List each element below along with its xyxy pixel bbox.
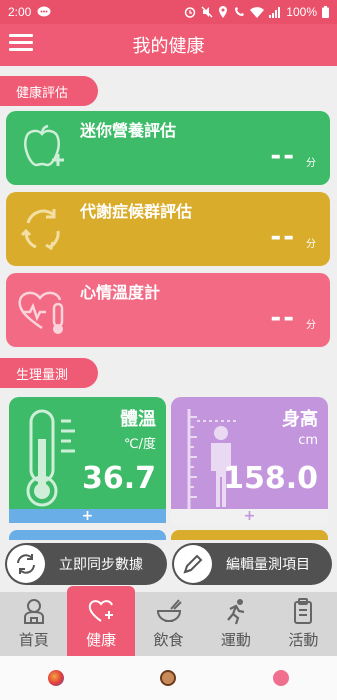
nav-diet-label: 飲食 [153, 631, 184, 649]
mute-icon [201, 6, 213, 18]
section-physiology-text: 生理量測 [16, 367, 69, 383]
card-title: 心情溫度計 [80, 283, 161, 302]
pencil-icon [183, 554, 203, 574]
card-unit: 分 [306, 239, 316, 250]
card-mood-thermometer[interactable]: 心情溫度計 -- 分 [6, 273, 330, 347]
sync-icon-wrap [7, 545, 45, 583]
heart-plus-icon [88, 600, 114, 622]
card-mini-nutrition[interactable]: 迷你營養評估 -- 分 [6, 111, 330, 185]
pencil-icon-wrap [174, 545, 212, 583]
wifi-call-icon [235, 7, 245, 16]
chat-icon [37, 6, 51, 17]
menu-button[interactable] [9, 34, 33, 54]
card-score: -- [270, 222, 296, 252]
cycle-arrows-icon [20, 209, 60, 251]
clipboard-icon [294, 598, 313, 624]
nav-health-label: 健康 [86, 631, 117, 649]
page-title: 我的健康 [132, 36, 205, 57]
app-icon-3[interactable] [272, 670, 289, 686]
menu-line [9, 34, 33, 37]
location-icon [219, 6, 228, 18]
menu-line [9, 48, 33, 51]
add-temperature-button[interactable]: + [9, 509, 166, 523]
nav-activity-label: 活動 [288, 631, 319, 649]
measure-title: 身高 [282, 409, 318, 430]
battery-icon [322, 6, 329, 18]
measure-unit: ℃/度 [124, 437, 156, 452]
measure-value: 158.0 [223, 461, 318, 496]
card-score: -- [270, 303, 296, 333]
wifi-icon [250, 6, 265, 18]
system-nav-bar [0, 656, 337, 700]
status-bar: 2:00 100% [0, 0, 337, 24]
nav-diet[interactable]: 飲食 [135, 592, 202, 656]
sync-icon [17, 554, 35, 574]
measure-card-temperature[interactable]: 體溫 ℃/度 36.7 + [9, 397, 166, 523]
status-time: 2:00 [8, 5, 32, 19]
add-height-button[interactable]: + [171, 509, 328, 523]
app-icon-1[interactable] [48, 670, 65, 686]
section-label-physiology: 生理量測 [0, 358, 98, 388]
measure-card-next-right[interactable] [171, 530, 328, 540]
heart-thermometer-icon [18, 291, 64, 334]
measure-card-next-left[interactable] [9, 530, 166, 540]
app-icon-2[interactable] [160, 670, 177, 686]
edit-measurements-button[interactable]: 編輯量測項目 [172, 543, 332, 585]
apple-icon [24, 124, 64, 167]
bowl-icon [156, 599, 182, 623]
card-score: -- [270, 141, 296, 171]
nav-home[interactable]: 首頁 [0, 592, 67, 656]
measure-title: 體溫 [120, 409, 156, 430]
alarm-icon [185, 7, 196, 18]
card-title: 迷你營養評估 [80, 121, 177, 140]
card-metabolic-syndrome[interactable]: 代謝症候群評估 -- 分 [6, 192, 330, 266]
battery-percent: 100% [286, 5, 317, 19]
home-icon [23, 599, 44, 624]
card-unit: 分 [306, 158, 316, 169]
measure-card-height[interactable]: 身高 cm 158.0 + [171, 397, 328, 523]
thermometer-icon [26, 409, 75, 507]
menu-line [9, 41, 33, 44]
section-assessment-text: 健康評估 [16, 85, 69, 101]
app-bar: 我的健康 [0, 24, 337, 66]
measure-unit: cm [298, 433, 318, 448]
card-unit: 分 [306, 320, 316, 331]
sync-data-button[interactable]: 立即同步數據 [5, 543, 167, 585]
signal-icon [269, 6, 281, 18]
nav-exercise-label: 運動 [220, 631, 251, 649]
plus-icon: + [243, 508, 256, 523]
sync-data-label: 立即同步數據 [59, 557, 143, 573]
nav-home-label: 首頁 [18, 631, 49, 649]
measure-value: 36.7 [81, 461, 156, 496]
section-label-assessment: 健康評估 [0, 76, 98, 106]
edit-measurements-label: 編輯量測項目 [226, 557, 310, 573]
nav-exercise[interactable]: 運動 [202, 592, 269, 656]
bottom-nav: 首頁 健康 飲食 運動 活動 [0, 586, 337, 656]
nav-activity[interactable]: 活動 [270, 592, 337, 656]
plus-icon: + [81, 508, 94, 523]
card-title: 代謝症候群評估 [80, 202, 193, 221]
running-icon [227, 599, 245, 625]
nav-health[interactable]: 健康 [67, 586, 135, 656]
